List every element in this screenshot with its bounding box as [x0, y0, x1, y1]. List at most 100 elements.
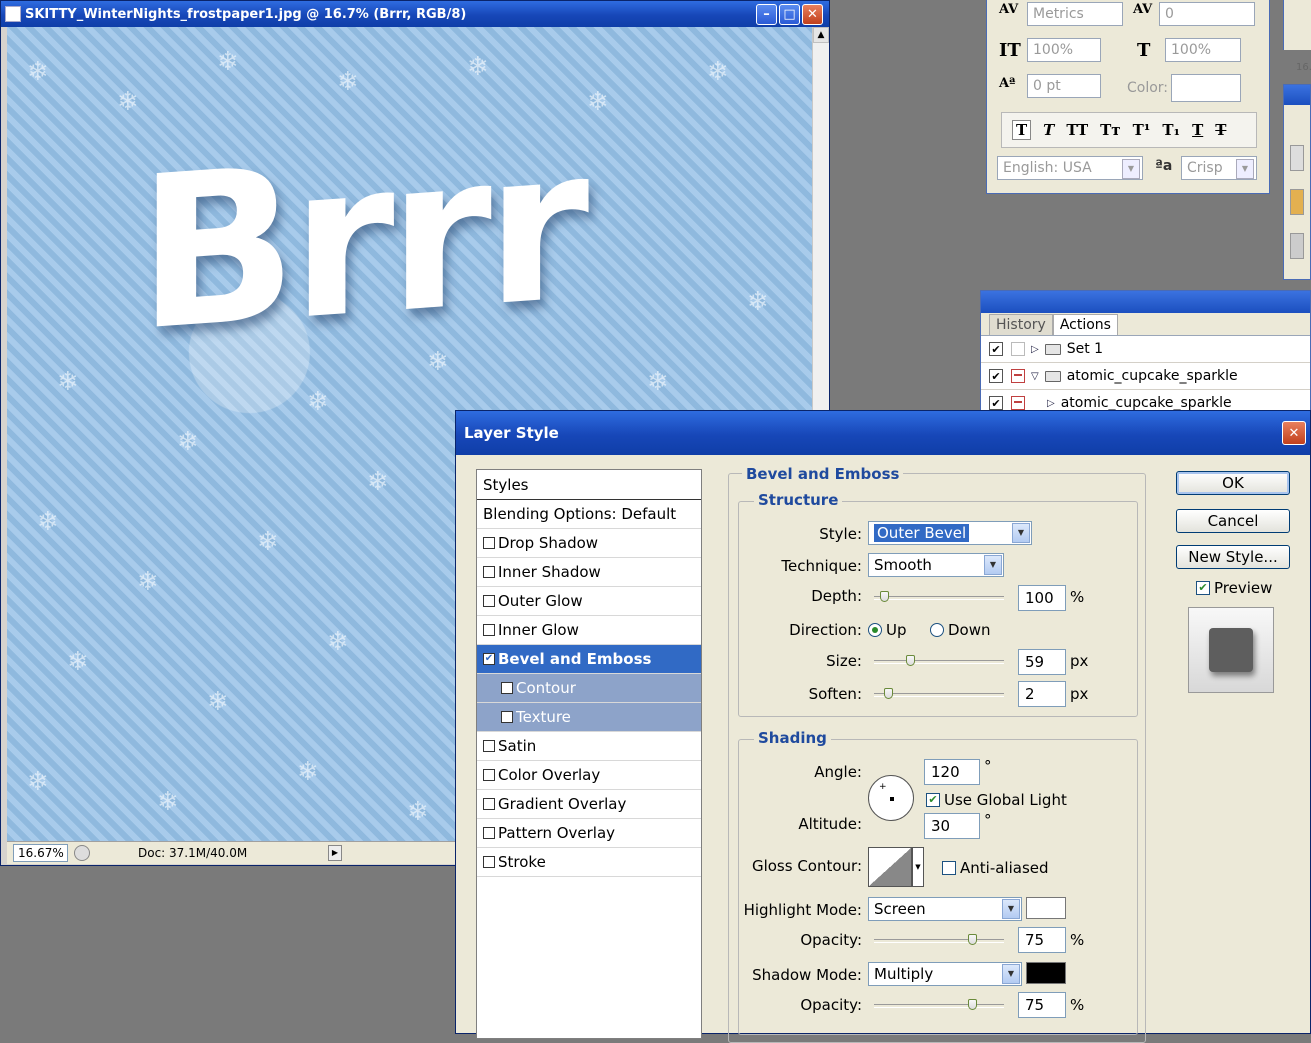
soften-slider[interactable] — [874, 693, 1004, 697]
language-select[interactable]: English: USA ▼ — [997, 156, 1143, 180]
expand-arrow-icon[interactable]: ▷ — [1031, 344, 1039, 355]
style-item-inner-glow[interactable]: Inner Glow — [477, 616, 701, 645]
angle-dial[interactable]: + — [868, 775, 914, 821]
baseline-shift-field[interactable]: 0 pt — [1027, 74, 1101, 98]
dialog-toggle-icon[interactable] — [1011, 369, 1025, 383]
checkbox-icon[interactable] — [501, 711, 513, 723]
depth-field[interactable]: 100 — [1018, 585, 1066, 611]
panel-title-bar[interactable] — [981, 291, 1310, 313]
highlight-mode-select[interactable]: Screen ▼ — [868, 897, 1022, 921]
check-icon[interactable]: ✔ — [989, 396, 1003, 410]
chevron-down-icon[interactable]: ▼ — [1122, 159, 1140, 179]
checkbox-checked-icon[interactable]: ✔ — [483, 653, 495, 665]
tab-actions[interactable]: Actions — [1052, 314, 1118, 335]
checkbox-icon[interactable] — [501, 682, 513, 694]
strikethrough-icon[interactable]: T — [1215, 121, 1226, 139]
style-item-texture[interactable]: Texture — [477, 703, 701, 732]
close-icon[interactable]: ✕ — [1282, 421, 1306, 445]
status-menu-arrow-icon[interactable]: ▶ — [328, 845, 342, 861]
highlight-opacity-field[interactable]: 75 — [1018, 927, 1066, 953]
text-color-swatch[interactable] — [1171, 74, 1241, 102]
checkbox-icon[interactable] — [483, 740, 495, 752]
action-set-row[interactable]: ✔ ▽ atomic_cupcake_sparkle — [981, 363, 1310, 390]
checkbox-icon[interactable] — [483, 827, 495, 839]
highlight-opacity-slider[interactable] — [874, 939, 1004, 943]
highlight-opacity-thumb[interactable] — [968, 934, 977, 945]
shadow-mode-select[interactable]: Multiply ▼ — [868, 962, 1022, 986]
tool-button[interactable] — [1290, 233, 1304, 259]
global-light-checkbox[interactable]: ✔ — [926, 793, 940, 807]
horizontal-scale-field[interactable]: 100% — [1165, 38, 1241, 62]
close-icon[interactable]: ✕ — [802, 3, 823, 25]
style-item-drop-shadow[interactable]: Drop Shadow — [477, 529, 701, 558]
faux-bold-icon[interactable]: T — [1012, 120, 1032, 140]
faux-italic-icon[interactable]: T — [1043, 121, 1054, 139]
style-item-blending-options[interactable]: Blending Options: Default — [477, 500, 701, 529]
gloss-contour-picker[interactable] — [868, 847, 912, 887]
style-item-inner-shadow[interactable]: Inner Shadow — [477, 558, 701, 587]
superscript-icon[interactable]: T¹ — [1133, 121, 1151, 139]
soften-slider-thumb[interactable] — [884, 688, 893, 699]
style-item-gradient-overlay[interactable]: Gradient Overlay — [477, 790, 701, 819]
vertical-scale-field[interactable]: 100% — [1027, 38, 1101, 62]
underline-icon[interactable]: T — [1192, 121, 1203, 139]
altitude-field[interactable]: 30 — [924, 813, 980, 839]
dialog-title-bar[interactable]: Layer Style ✕ — [456, 411, 1310, 455]
zoom-level-field[interactable]: 16.67% — [13, 844, 68, 862]
size-field[interactable]: 59 — [1018, 649, 1066, 675]
chevron-down-icon[interactable]: ▼ — [912, 847, 924, 887]
canvas-text-brrr[interactable]: Brrr — [138, 101, 584, 378]
tab-history[interactable]: History — [989, 314, 1053, 335]
style-item-bevel-and-emboss[interactable]: ✔ Bevel and Emboss — [477, 645, 701, 674]
ok-button[interactable]: OK — [1176, 471, 1290, 495]
shadow-opacity-slider[interactable] — [874, 1004, 1004, 1008]
antialias-select[interactable]: Crisp ▼ — [1181, 156, 1257, 180]
kerning-select[interactable]: Metrics — [1027, 2, 1123, 26]
shadow-opacity-thumb[interactable] — [968, 999, 977, 1010]
chevron-down-icon[interactable]: ▼ — [1012, 523, 1030, 543]
anti-aliased-checkbox[interactable] — [942, 861, 956, 875]
check-icon[interactable]: ✔ — [989, 369, 1003, 383]
status-icon[interactable] — [74, 845, 90, 861]
expand-arrow-icon[interactable]: ▷ — [1047, 398, 1055, 409]
checkbox-icon[interactable] — [483, 595, 495, 607]
checkbox-icon[interactable] — [483, 624, 495, 636]
shadow-opacity-field[interactable]: 75 — [1018, 992, 1066, 1018]
preview-checkbox[interactable]: ✔ — [1196, 581, 1210, 595]
dialog-toggle-icon[interactable] — [1011, 396, 1025, 410]
technique-select[interactable]: Smooth ▼ — [868, 553, 1004, 577]
style-item-pattern-overlay[interactable]: Pattern Overlay — [477, 819, 701, 848]
minimize-icon[interactable]: – — [756, 3, 777, 25]
all-caps-icon[interactable]: TT — [1066, 121, 1088, 139]
checkbox-icon[interactable] — [483, 798, 495, 810]
chevron-down-icon[interactable]: ▼ — [1002, 964, 1020, 984]
size-slider[interactable] — [874, 660, 1004, 664]
chevron-down-icon[interactable]: ▼ — [1002, 899, 1020, 919]
size-slider-thumb[interactable] — [906, 655, 915, 666]
document-title-bar[interactable]: SKITTY_WinterNights_frostpaper1.jpg @ 16… — [1, 1, 829, 27]
angle-field[interactable]: 120 — [924, 759, 980, 785]
style-item-color-overlay[interactable]: Color Overlay — [477, 761, 701, 790]
highlight-color-swatch[interactable] — [1026, 897, 1066, 919]
direction-up-radio[interactable] — [868, 623, 882, 637]
direction-down-radio[interactable] — [930, 623, 944, 637]
scroll-up-icon[interactable]: ▲ — [813, 27, 829, 43]
action-set-row[interactable]: ✔ ▷ Set 1 — [981, 336, 1310, 363]
style-item-contour[interactable]: Contour — [477, 674, 701, 703]
subscript-icon[interactable]: T₁ — [1162, 121, 1180, 139]
depth-slider-thumb[interactable] — [880, 591, 889, 602]
panel-title-bar[interactable] — [1284, 85, 1310, 105]
checkbox-icon[interactable] — [483, 856, 495, 868]
small-caps-icon[interactable]: Tт — [1100, 121, 1120, 139]
tool-button[interactable] — [1290, 189, 1304, 215]
chevron-down-icon[interactable]: ▼ — [1236, 159, 1254, 179]
shadow-color-swatch[interactable] — [1026, 962, 1066, 984]
collapse-arrow-icon[interactable]: ▽ — [1031, 371, 1039, 382]
dialog-toggle-icon[interactable] — [1011, 342, 1025, 356]
new-style-button[interactable]: New Style... — [1176, 545, 1290, 569]
check-icon[interactable]: ✔ — [989, 342, 1003, 356]
tracking-select[interactable]: 0 — [1159, 2, 1255, 26]
checkbox-icon[interactable] — [483, 769, 495, 781]
bevel-style-select[interactable]: Outer Bevel ▼ — [868, 521, 1032, 545]
cancel-button[interactable]: Cancel — [1176, 509, 1290, 533]
